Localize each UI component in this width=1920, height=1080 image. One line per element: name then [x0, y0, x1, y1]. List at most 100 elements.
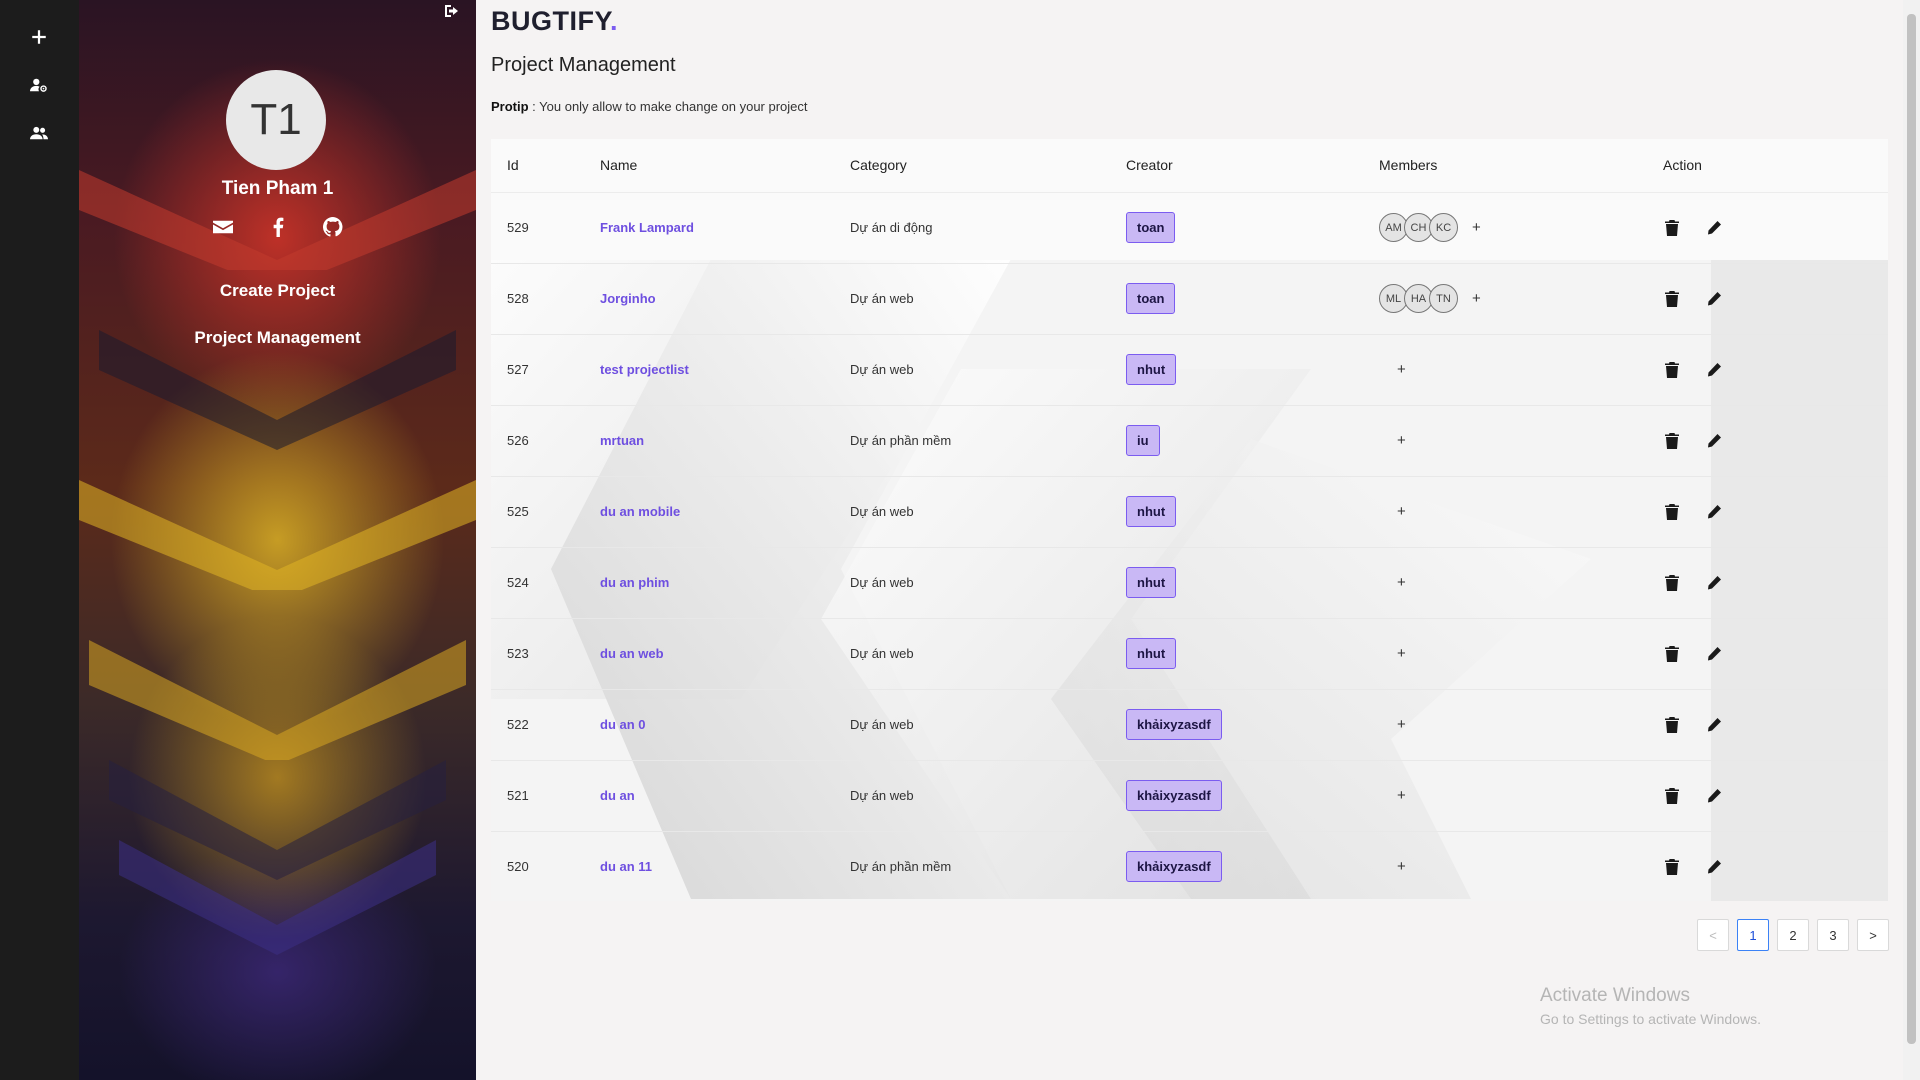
creator-tag[interactable]: nhut: [1126, 567, 1177, 598]
brand-name: BUGTIFY: [491, 6, 611, 36]
trash-icon[interactable]: [1663, 716, 1681, 734]
project-name-link[interactable]: du an web: [600, 646, 664, 661]
page-scrollbar[interactable]: [1903, 0, 1920, 1080]
users-icon[interactable]: [24, 118, 54, 148]
pencil-icon[interactable]: [1705, 574, 1723, 592]
scrollbar-thumb[interactable]: [1907, 14, 1916, 1044]
creator-tag[interactable]: toan: [1126, 283, 1176, 314]
cell-category: Dự án phần mềm: [850, 831, 1126, 901]
facebook-icon[interactable]: [267, 216, 289, 238]
trash-icon[interactable]: [1663, 574, 1681, 592]
project-name-link[interactable]: du an: [600, 788, 635, 803]
profile-sidebar: T1 Tien Pham 1 Create Project Project Ma…: [79, 0, 476, 1080]
pencil-icon[interactable]: [1705, 219, 1723, 237]
logout-icon[interactable]: [444, 3, 462, 21]
cell-id: 529: [491, 192, 600, 264]
cell-members: ML HA TN +: [1379, 263, 1663, 335]
cell-id: 520: [491, 831, 600, 901]
cell-id: 523: [491, 618, 600, 690]
table-row: 526 mrtuan Dự án phần mềm iu +: [491, 405, 1888, 477]
pencil-icon[interactable]: [1705, 503, 1723, 521]
page-title: Project Management: [491, 54, 676, 76]
cell-category: Dự án web: [850, 618, 1126, 690]
pencil-icon[interactable]: [1705, 290, 1723, 308]
creator-tag[interactable]: nhut: [1126, 638, 1177, 669]
github-icon[interactable]: [322, 216, 344, 238]
icon-rail: [0, 0, 79, 1080]
nav-create-project[interactable]: Create Project: [79, 281, 476, 301]
creator-tag[interactable]: khảixyzasdf: [1126, 851, 1222, 882]
table-row: 520 du an 11 Dự án phần mềm khảixyzasdf +: [491, 831, 1888, 901]
row-actions: [1663, 716, 1888, 734]
nav-project-management[interactable]: Project Management: [79, 328, 476, 348]
avatar: T1: [226, 70, 326, 170]
watermark-title: Activate Windows: [1540, 985, 1690, 1006]
plus-icon[interactable]: [24, 22, 54, 52]
member-avatar[interactable]: KC: [1429, 213, 1458, 242]
pagination-page-1[interactable]: 1: [1737, 919, 1769, 951]
cell-category: Dự án web: [850, 334, 1126, 406]
add-member-button[interactable]: +: [1397, 716, 1406, 733]
project-name-link[interactable]: du an 11: [600, 859, 652, 874]
project-name-link[interactable]: Frank Lampard: [600, 220, 694, 235]
creator-tag[interactable]: nhut: [1126, 354, 1177, 385]
cell-id: 526: [491, 405, 600, 477]
pencil-icon[interactable]: [1705, 432, 1723, 450]
trash-icon[interactable]: [1663, 787, 1681, 805]
cell-id: 528: [491, 263, 600, 335]
add-member-button[interactable]: +: [1397, 787, 1406, 804]
pencil-icon[interactable]: [1705, 787, 1723, 805]
table-row: 521 du an Dự án web khảixyzasdf +: [491, 760, 1888, 832]
project-name-link[interactable]: du an phim: [600, 575, 669, 590]
trash-icon[interactable]: [1663, 645, 1681, 663]
add-member-button[interactable]: +: [1397, 432, 1406, 449]
add-member-button[interactable]: +: [1472, 219, 1481, 236]
add-member-button[interactable]: +: [1397, 858, 1406, 875]
row-actions: [1663, 787, 1888, 805]
trash-icon[interactable]: [1663, 503, 1681, 521]
user-cog-icon[interactable]: [24, 70, 54, 100]
add-member-button[interactable]: +: [1397, 645, 1406, 662]
creator-tag[interactable]: khảixyzasdf: [1126, 780, 1222, 811]
project-name-link[interactable]: test projectlist: [600, 362, 689, 377]
watermark-subtitle: Go to Settings to activate Windows.: [1540, 1011, 1761, 1027]
pencil-icon[interactable]: [1705, 645, 1723, 663]
add-member-button[interactable]: +: [1472, 290, 1481, 307]
trash-icon[interactable]: [1663, 219, 1681, 237]
trash-icon[interactable]: [1663, 361, 1681, 379]
pencil-icon[interactable]: [1705, 716, 1723, 734]
cell-members: +: [1379, 476, 1663, 548]
add-member-button[interactable]: +: [1397, 503, 1406, 520]
table-row: 527 test projectlist Dự án web nhut +: [491, 334, 1888, 406]
project-name-link[interactable]: du an mobile: [600, 504, 680, 519]
cell-members: +: [1379, 405, 1663, 477]
pagination-page-3[interactable]: 3: [1817, 919, 1849, 951]
envelope-icon[interactable]: [212, 216, 234, 238]
creator-tag[interactable]: toan: [1126, 212, 1176, 243]
cell-category: Dự án di động: [850, 192, 1126, 264]
member-avatar[interactable]: TN: [1429, 284, 1458, 313]
creator-tag[interactable]: nhut: [1126, 496, 1177, 527]
project-table-container: Id Name Category Creator Members Action …: [491, 139, 1888, 901]
add-member-button[interactable]: +: [1397, 361, 1406, 378]
project-name-link[interactable]: mrtuan: [600, 433, 644, 448]
pagination-next[interactable]: >: [1857, 919, 1889, 951]
project-name-link[interactable]: du an 0: [600, 717, 646, 732]
pencil-icon[interactable]: [1705, 361, 1723, 379]
header-name: Name: [600, 139, 850, 193]
creator-tag[interactable]: iu: [1126, 425, 1160, 456]
table-row: 525 du an mobile Dự án web nhut +: [491, 476, 1888, 548]
cell-members: +: [1379, 547, 1663, 619]
pagination-page-2[interactable]: 2: [1777, 919, 1809, 951]
project-name-link[interactable]: Jorginho: [600, 291, 656, 306]
creator-tag[interactable]: khảixyzasdf: [1126, 709, 1222, 740]
trash-icon[interactable]: [1663, 858, 1681, 876]
pagination-prev[interactable]: <: [1697, 919, 1729, 951]
add-member-button[interactable]: +: [1397, 574, 1406, 591]
pencil-icon[interactable]: [1705, 858, 1723, 876]
sidebar-pattern: [99, 330, 456, 450]
row-actions: [1663, 290, 1888, 308]
cell-members: AM CH KC +: [1379, 192, 1663, 264]
trash-icon[interactable]: [1663, 432, 1681, 450]
trash-icon[interactable]: [1663, 290, 1681, 308]
